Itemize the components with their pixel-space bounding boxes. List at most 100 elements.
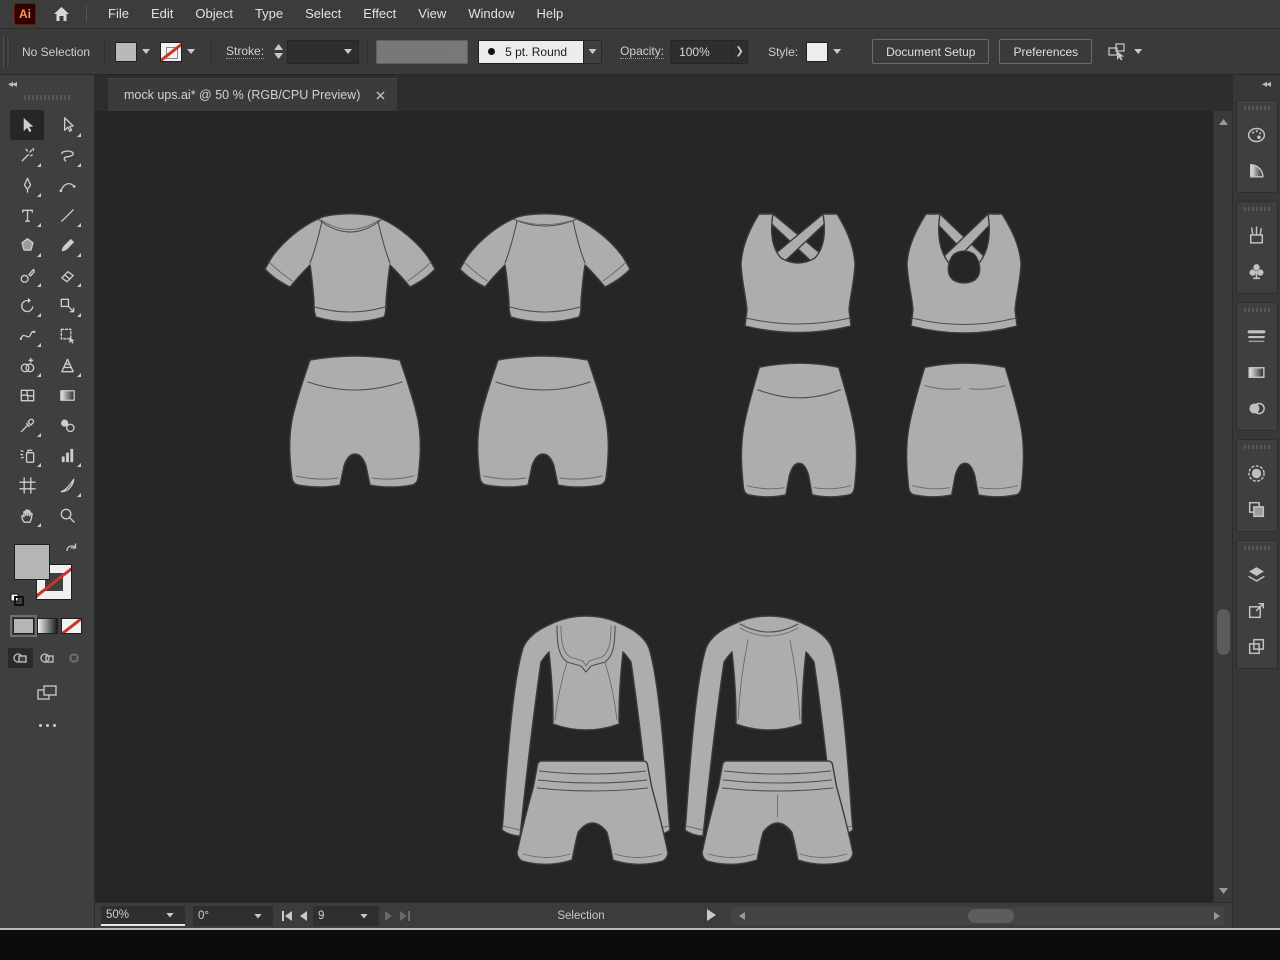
illustrator-logo[interactable]: Ai [14,3,36,25]
stroke-color-button[interactable] [160,42,201,62]
tool-free-transform[interactable] [50,320,84,350]
canvas[interactable] [95,111,1213,902]
status-play-button[interactable] [707,909,716,921]
tool-perspective-grid[interactable] [50,350,84,380]
tool-lasso[interactable] [50,140,84,170]
fill-proxy-swatch[interactable] [14,544,50,580]
mockup-sports-bra-front[interactable] [733,210,863,342]
opacity-field[interactable]: 100% [670,40,732,64]
panel-group-grip[interactable] [1244,546,1270,550]
fill-stroke-indicator[interactable] [14,544,76,602]
symbols-panel-button[interactable] [1240,255,1274,287]
draw-inside-button[interactable] [62,648,87,668]
mockup-biker-shorts-front-2[interactable] [733,355,865,503]
style-swatch-button[interactable] [806,42,847,62]
default-fill-stroke-icon[interactable] [10,593,25,606]
horizontal-scroll-thumb[interactable] [968,909,1014,923]
draw-behind-button[interactable] [35,648,60,668]
menu-window[interactable]: Window [457,0,525,28]
color-button[interactable] [13,618,34,634]
menu-effect[interactable]: Effect [352,0,407,28]
gradient-button[interactable] [37,618,58,634]
mockup-crop-tee-back[interactable] [455,205,635,335]
toolbar-grip[interactable] [24,95,70,100]
mockup-loose-shorts-back[interactable] [700,755,855,870]
tool-magic-wand[interactable] [10,140,44,170]
menu-view[interactable]: View [407,0,457,28]
tool-blend[interactable] [50,410,84,440]
tool-eyedropper[interactable] [10,410,44,440]
rotation-dropdown[interactable]: 0° [193,906,273,926]
tool-artboard[interactable] [10,470,44,500]
tool-shape-builder[interactable] [10,350,44,380]
tool-hand[interactable] [10,500,44,530]
tool-scale[interactable] [50,290,84,320]
draw-normal-button[interactable] [8,648,33,668]
previous-artboard-button[interactable] [299,911,307,921]
last-artboard-button[interactable] [399,911,411,921]
tool-eraser[interactable] [50,260,84,290]
vertical-scrollbar[interactable] [1213,111,1232,902]
tool-symbol-sprayer[interactable] [10,440,44,470]
first-artboard-button[interactable] [281,911,293,921]
brushes-panel-button[interactable] [1240,219,1274,251]
panel-grip[interactable] [3,37,10,67]
tool-paintbrush[interactable] [50,230,84,260]
stroke-panel-button[interactable] [1240,320,1274,352]
zoom-level-dropdown[interactable]: 50% [101,906,185,926]
variable-width-profile-dropdown[interactable] [376,40,468,64]
panel-group-grip[interactable] [1244,207,1270,211]
select-similar-button[interactable] [1107,42,1148,62]
tool-width[interactable] [10,320,44,350]
tool-curvature[interactable] [50,170,84,200]
change-screen-mode-button[interactable] [36,684,58,702]
tool-type[interactable] [10,200,44,230]
mockup-biker-shorts-front-1[interactable] [280,348,430,493]
brush-definition-field[interactable]: 5 pt. Round [478,40,584,64]
tool-direct-selection[interactable] [50,110,84,140]
menu-file[interactable]: File [97,0,140,28]
artboards-panel-button[interactable] [1240,594,1274,626]
stroke-label[interactable]: Stroke: [226,44,264,59]
edit-toolbar-button[interactable] [39,724,56,727]
opacity-expand-button[interactable]: ❯ [732,40,748,64]
menu-select[interactable]: Select [294,0,352,28]
color-panel-button[interactable] [1240,118,1274,150]
stroke-weight-stepper[interactable] [274,44,283,59]
transparency-panel-button[interactable] [1240,392,1274,424]
menu-object[interactable]: Object [184,0,244,28]
menu-help[interactable]: Help [525,0,574,28]
mockup-sports-bra-back[interactable] [898,210,1030,342]
opacity-label[interactable]: Opacity: [620,44,664,59]
mockup-biker-shorts-back-1[interactable] [468,348,618,493]
mockup-biker-shorts-back-2[interactable] [898,355,1032,503]
preferences-button[interactable]: Preferences [999,39,1092,64]
tool-mesh[interactable] [10,380,44,410]
fill-color-button[interactable] [115,42,156,62]
scroll-up-icon[interactable] [1219,119,1228,125]
layers-panel-button[interactable] [1240,558,1274,590]
tool-rotate[interactable] [10,290,44,320]
next-artboard-button[interactable] [385,911,393,921]
scroll-down-icon[interactable] [1219,888,1228,894]
tool-selection[interactable] [10,110,44,140]
tool-zoom[interactable] [50,500,84,530]
menu-edit[interactable]: Edit [140,0,184,28]
document-setup-button[interactable]: Document Setup [872,39,989,64]
menu-type[interactable]: Type [244,0,294,28]
tool-pen[interactable] [10,170,44,200]
tool-column-graph[interactable] [50,440,84,470]
mockup-loose-shorts-front[interactable] [515,755,670,870]
graphic-styles-panel-button[interactable] [1240,493,1274,525]
tool-slice[interactable] [50,470,84,500]
collapse-panel-icon[interactable]: ◂◂ [8,79,16,90]
scroll-right-icon[interactable] [1214,912,1220,920]
vertical-scroll-thumb[interactable] [1217,609,1230,655]
tool-line-segment[interactable] [50,200,84,230]
none-button[interactable] [61,618,82,634]
document-tab[interactable]: mock ups.ai* @ 50 % (RGB/CPU Preview) [108,78,397,111]
stroke-weight-dropdown[interactable] [287,40,359,64]
asset-export-panel-button[interactable] [1240,630,1274,662]
panel-group-grip[interactable] [1244,445,1270,449]
mockup-crop-tee-front[interactable] [260,205,440,335]
